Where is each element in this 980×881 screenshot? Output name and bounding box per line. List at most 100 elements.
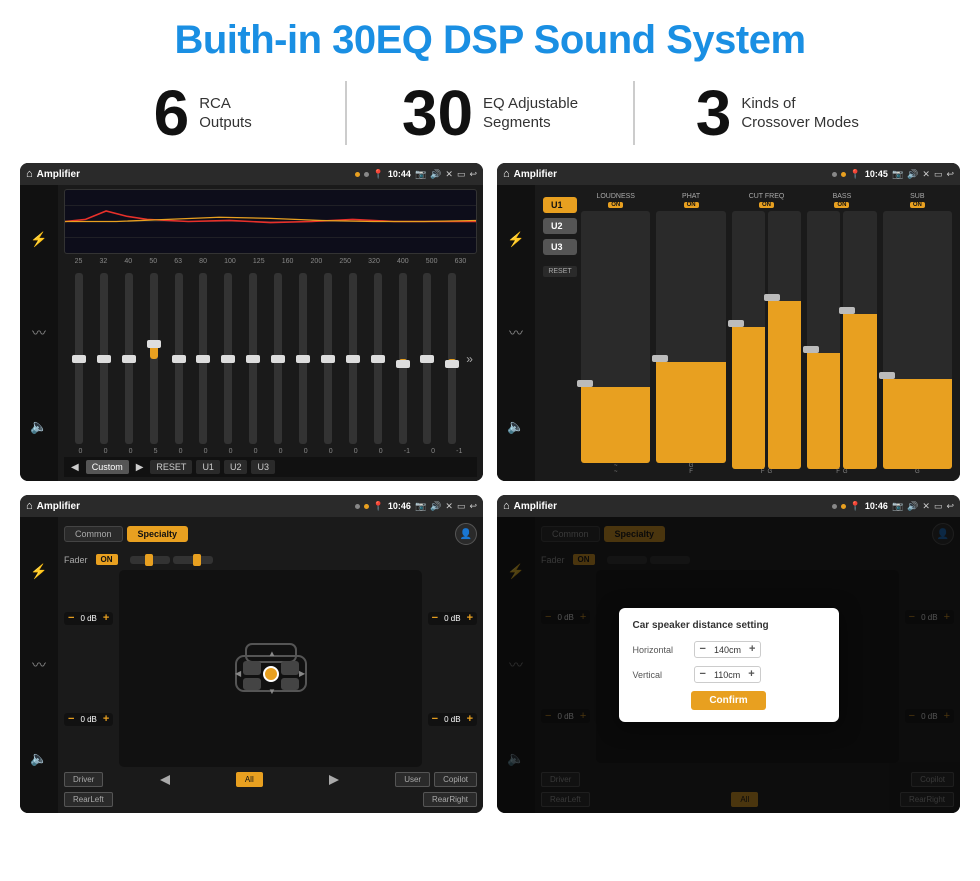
screen1-eq-icon[interactable]: ⚡: [30, 231, 47, 248]
slider-15[interactable]: [416, 273, 438, 444]
screen2-eq-icon[interactable]: ⚡: [507, 231, 524, 248]
slider-9[interactable]: [267, 273, 289, 444]
screen4-title: Amplifier: [514, 501, 828, 512]
db-control-bl: − 0 dB +: [64, 713, 113, 726]
u3-preset[interactable]: U3: [543, 239, 577, 255]
loudness-on[interactable]: ON: [608, 202, 623, 208]
screen3-wave-icon[interactable]: 〰: [32, 655, 46, 675]
specialty-tab[interactable]: Specialty: [127, 526, 189, 542]
u2-btn[interactable]: U2: [224, 460, 248, 474]
next-icon[interactable]: ▶: [133, 462, 147, 473]
screen3-home-icon[interactable]: ⌂: [26, 500, 33, 512]
screen3-x-icon: ✕: [445, 501, 453, 512]
cutfreq-on[interactable]: ON: [759, 202, 774, 208]
u2-preset[interactable]: U2: [543, 218, 577, 234]
horizontal-minus[interactable]: −: [700, 644, 706, 655]
screen3-speaker-icon[interactable]: 🔈: [30, 750, 47, 767]
screen1-back-icon[interactable]: ↩: [469, 169, 477, 180]
reset-btn[interactable]: RESET: [150, 460, 192, 474]
cutfreq-slider2[interactable]: [768, 211, 801, 469]
slider-2[interactable]: [93, 273, 115, 444]
all-btn[interactable]: All: [236, 772, 263, 787]
slider-3[interactable]: [118, 273, 140, 444]
vertical-minus[interactable]: −: [700, 669, 706, 680]
bass-slider1[interactable]: [807, 211, 840, 469]
driver-btn[interactable]: Driver: [64, 772, 103, 787]
screen3-status-bar: ⌂ Amplifier 📍 10:46 📷 🔊 ✕ ▭ ↩: [20, 495, 483, 517]
phat-label: PHAT: [682, 193, 700, 200]
vertical-plus[interactable]: +: [748, 669, 754, 680]
screen3-tab-row: Common Specialty 👤: [64, 523, 477, 545]
horizontal-control: − 140cm +: [694, 641, 762, 658]
sub-slider1[interactable]: [883, 211, 952, 469]
screen2-dot1: [832, 172, 837, 177]
slider-11[interactable]: [317, 273, 339, 444]
loudness-slider1[interactable]: [581, 211, 650, 463]
slider-6[interactable]: [192, 273, 214, 444]
slider-13[interactable]: [367, 273, 389, 444]
custom-btn[interactable]: Custom: [86, 460, 129, 474]
fader-slider-thumb2[interactable]: [193, 554, 201, 566]
bass-on[interactable]: ON: [834, 202, 849, 208]
screen2-back-icon[interactable]: ↩: [946, 169, 954, 180]
db-minus-tl[interactable]: −: [68, 613, 74, 624]
slider-4[interactable]: [143, 273, 165, 444]
phat-on[interactable]: ON: [684, 202, 699, 208]
db-val-tr: 0 dB: [441, 614, 463, 623]
screen2-amp: ⌂ Amplifier 📍 10:45 📷 🔊 ✕ ▭ ↩ ⚡ 〰 🔈: [497, 163, 960, 481]
left-arrow-icon[interactable]: [160, 773, 180, 787]
bass-slider2[interactable]: [843, 211, 876, 469]
slider-8[interactable]: [242, 273, 264, 444]
screen1-freq-labels: 25 32 40 50 63 80 100 125 160 200 250 32…: [64, 258, 477, 265]
screen1-speaker-icon[interactable]: 🔈: [30, 418, 47, 435]
sub-on[interactable]: ON: [910, 202, 925, 208]
fader-slider-thumb[interactable]: [145, 554, 153, 566]
u1-preset[interactable]: U1: [543, 197, 577, 213]
reset-s2[interactable]: RESET: [543, 266, 577, 277]
screen4-home-icon[interactable]: ⌂: [503, 500, 510, 512]
screen1-time: 10:44: [388, 169, 411, 179]
u1-btn[interactable]: U1: [196, 460, 220, 474]
db-val-bl: 0 dB: [77, 715, 99, 724]
u3-btn[interactable]: U3: [251, 460, 275, 474]
screen4-back-icon[interactable]: ↩: [946, 501, 954, 512]
screen3-back-icon[interactable]: ↩: [469, 501, 477, 512]
db-minus-tr[interactable]: −: [432, 613, 438, 624]
screen3-eq-icon[interactable]: ⚡: [30, 563, 47, 580]
slider-1[interactable]: [68, 273, 90, 444]
slider-5[interactable]: [168, 273, 190, 444]
prev-icon[interactable]: ◀: [68, 462, 82, 473]
screen2-wave-icon[interactable]: 〰: [509, 323, 523, 343]
screen3-volume-icon: 🔊: [430, 501, 441, 512]
db-plus-tr[interactable]: +: [467, 613, 473, 624]
rearright-btn[interactable]: RearRight: [423, 792, 477, 807]
common-tab[interactable]: Common: [64, 526, 123, 542]
db-plus-bl[interactable]: +: [103, 714, 109, 725]
db-plus-br[interactable]: +: [467, 714, 473, 725]
horizontal-plus[interactable]: +: [749, 644, 755, 655]
db-minus-bl[interactable]: −: [68, 714, 74, 725]
screen2-x-icon: ✕: [922, 169, 930, 180]
cutfreq-slider1[interactable]: [732, 211, 765, 469]
confirm-button[interactable]: Confirm: [691, 691, 765, 710]
db-plus-tl[interactable]: +: [103, 613, 109, 624]
user-btn[interactable]: User: [395, 772, 430, 787]
right-arrow-icon[interactable]: [319, 773, 339, 787]
screen2-home-icon[interactable]: ⌂: [503, 168, 510, 180]
slider-14[interactable]: [392, 273, 414, 444]
screen3-fader-row: Fader ON: [64, 554, 477, 565]
user-avatar[interactable]: 👤: [455, 523, 477, 545]
fader-on-badge[interactable]: ON: [96, 554, 118, 565]
screen2-speaker-icon[interactable]: 🔈: [507, 418, 524, 435]
phat-slider1[interactable]: [656, 211, 725, 463]
slider-16[interactable]: [441, 273, 463, 444]
screen1-home-icon[interactable]: ⌂: [26, 168, 33, 180]
db-minus-br[interactable]: −: [432, 714, 438, 725]
screen1-wave-icon[interactable]: 〰: [32, 323, 46, 343]
rearleft-btn[interactable]: RearLeft: [64, 792, 113, 807]
slider-7[interactable]: [217, 273, 239, 444]
copilot-btn[interactable]: Copilot: [434, 772, 477, 787]
slider-12[interactable]: [342, 273, 364, 444]
slider-10[interactable]: [292, 273, 314, 444]
more-icon[interactable]: »: [466, 352, 473, 366]
